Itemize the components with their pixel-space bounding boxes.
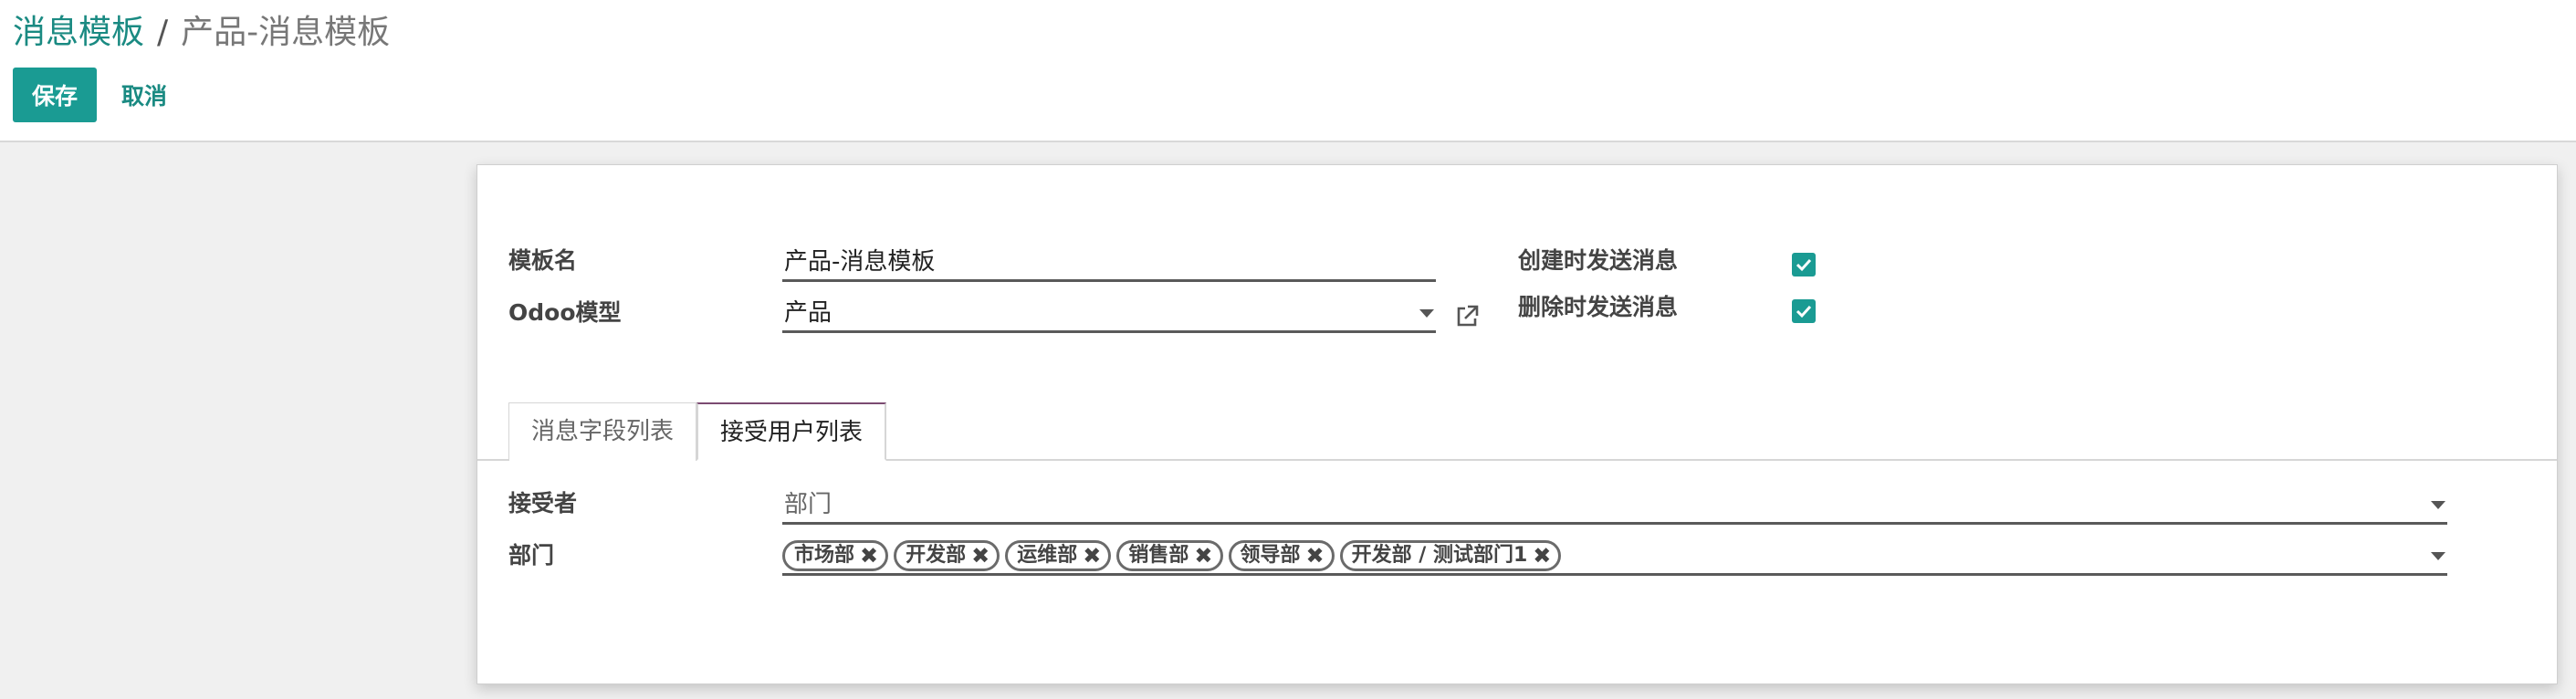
send-on-delete-checkbox[interactable] <box>1792 299 1816 323</box>
close-icon[interactable]: ✖ <box>1194 543 1212 569</box>
send-on-create-label: 创建时发送消息 <box>1518 247 1679 274</box>
close-icon[interactable]: ✖ <box>1083 543 1101 569</box>
breadcrumb: 消息模板 / 产品-消息模板 <box>13 11 390 55</box>
department-tag-label: 市场部 <box>794 544 855 567</box>
control-panel: 消息模板 / 产品-消息模板 保存 取消 <box>0 0 2576 142</box>
check-icon <box>1796 305 1812 318</box>
model-value: 产品 <box>784 299 832 327</box>
check-icon <box>1796 258 1812 272</box>
close-icon[interactable]: ✖ <box>1306 543 1325 569</box>
close-icon[interactable]: ✖ <box>971 543 990 569</box>
receiver-label: 接受者 <box>508 490 578 516</box>
department-tag: 市场部 ✖ <box>782 540 889 571</box>
model-label: Odoo模型 <box>508 299 622 326</box>
send-on-create-checkbox[interactable] <box>1792 253 1816 276</box>
external-link-icon[interactable] <box>1454 304 1480 333</box>
breadcrumb-current: 产品-消息模板 <box>181 14 391 51</box>
template-name-label: 模板名 <box>508 247 578 274</box>
chevron-down-icon <box>1419 309 1434 318</box>
tab-message-fields[interactable]: 消息字段列表 <box>508 402 697 461</box>
department-tag-label: 销售部 <box>1128 544 1189 567</box>
receiver-select[interactable]: 部门 <box>782 486 2447 525</box>
chevron-down-icon <box>2431 501 2445 509</box>
close-icon[interactable]: ✖ <box>860 543 878 569</box>
department-tag: 运维部 ✖ <box>1005 540 1112 571</box>
department-tag: 领导部 ✖ <box>1228 540 1335 571</box>
model-select[interactable]: 产品 <box>782 295 1436 333</box>
department-tag-label: 领导部 <box>1240 544 1301 567</box>
department-label: 部门 <box>508 542 555 569</box>
close-icon[interactable]: ✖ <box>1533 543 1551 569</box>
breadcrumb-parent-link[interactable]: 消息模板 <box>13 14 144 51</box>
template-name-value: 产品-消息模板 <box>784 248 936 276</box>
department-tag-label: 运维部 <box>1017 544 1078 567</box>
save-button[interactable]: 保存 <box>13 68 97 122</box>
form-sheet: 模板名 产品-消息模板 Odoo模型 产品 创建时发送消息 删除时发送消息 消息… <box>476 164 2558 684</box>
department-tag-label: 开发部 <box>906 544 967 567</box>
template-name-field[interactable]: 产品-消息模板 <box>782 244 1436 282</box>
tab-recipient-users[interactable]: 接受用户列表 <box>696 402 887 461</box>
cancel-button[interactable]: 取消 <box>108 68 181 122</box>
department-tag-label: 开发部 / 测试部门1 <box>1351 544 1528 567</box>
send-on-delete-label: 删除时发送消息 <box>1518 294 1679 320</box>
department-tag: 开发部 ✖ <box>894 540 1000 571</box>
chevron-down-icon <box>2431 552 2445 560</box>
department-tag-list: 市场部 ✖ 开发部 ✖ 运维部 ✖ 销售部 ✖ 领导部 ✖ 开发部 / 测试部门1 ✖ <box>782 540 1562 571</box>
department-many2many-field[interactable]: 市场部 ✖ 开发部 ✖ 运维部 ✖ 销售部 ✖ 领导部 ✖ 开发部 / 测试部门1 ✖ <box>782 537 2447 576</box>
breadcrumb-separator: / <box>157 14 169 51</box>
receiver-value: 部门 <box>784 491 832 518</box>
department-tag: 开发部 / 测试部门1 ✖ <box>1339 540 1562 571</box>
department-tag: 销售部 ✖ <box>1116 540 1223 571</box>
